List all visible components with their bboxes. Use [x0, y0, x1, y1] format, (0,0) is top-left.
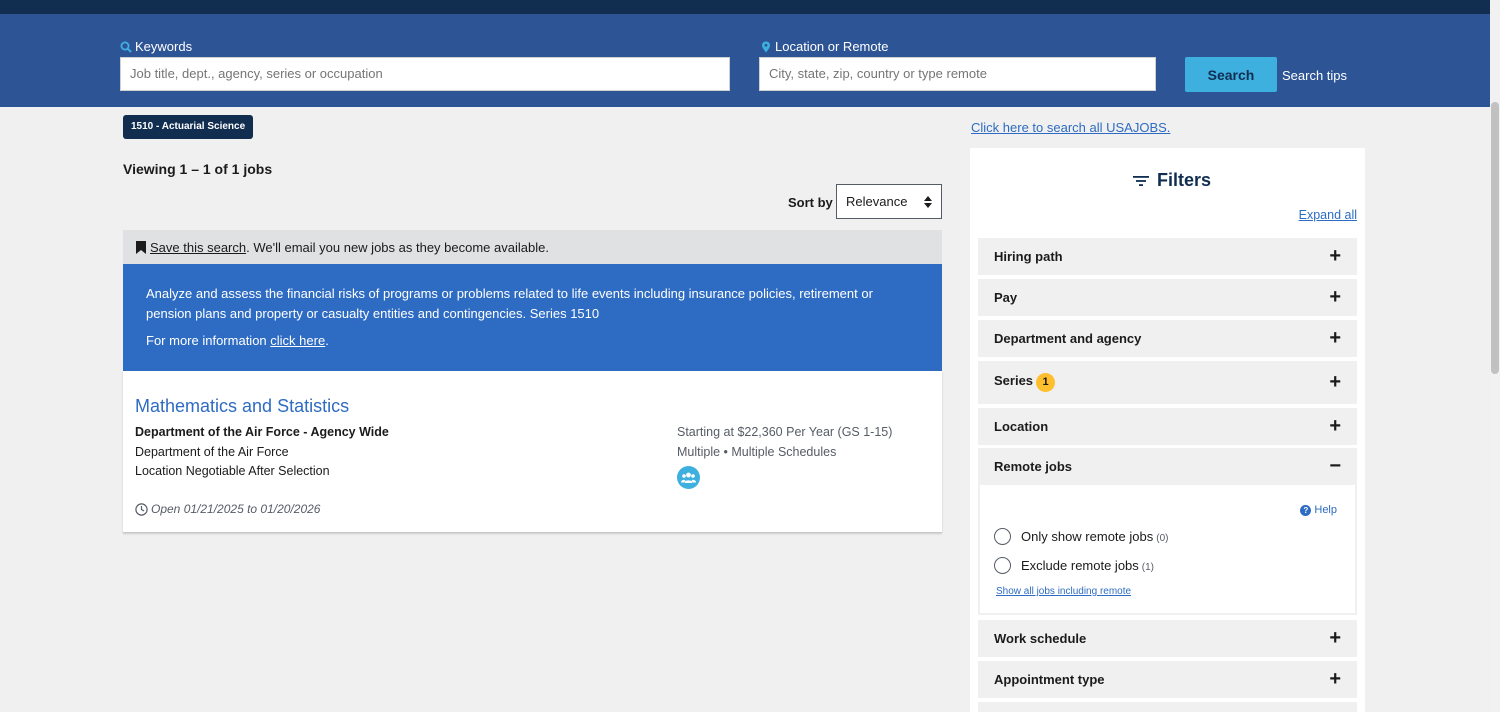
- save-search-text: . We'll email you new jobs as they becom…: [246, 239, 549, 255]
- expand-all-link[interactable]: Expand all: [1299, 208, 1357, 222]
- series-count-badge: 1: [1036, 373, 1056, 392]
- minus-icon: −: [1329, 455, 1341, 477]
- plus-icon: +: [1329, 668, 1341, 690]
- plus-icon: +: [1329, 371, 1341, 393]
- help-link[interactable]: ? Help: [1300, 504, 1337, 516]
- series-filter-tag[interactable]: 1510 - Actuarial Science: [123, 115, 254, 139]
- filter-lines-icon: [1133, 175, 1149, 186]
- filter-remote-jobs[interactable]: Remote jobs −: [978, 448, 1357, 485]
- bookmark-icon: [136, 240, 146, 254]
- job-title-link[interactable]: Mathematics and Statistics: [135, 396, 349, 417]
- more-info: For more information click here.: [146, 333, 329, 348]
- location-label: Location or Remote: [760, 39, 888, 54]
- filter-series[interactable]: Series 1 +: [978, 361, 1357, 404]
- sort-select[interactable]: Relevance: [836, 184, 942, 219]
- help-icon: ?: [1300, 504, 1312, 516]
- map-pin-icon: [762, 41, 770, 52]
- location-input[interactable]: City, state, zip, country or type remote: [759, 57, 1156, 91]
- search-tips-link[interactable]: Search tips: [1282, 68, 1347, 83]
- open-dates: Open 01/21/2025 to 01/20/2026: [135, 502, 320, 516]
- sort-arrows-icon: [924, 196, 932, 208]
- filter-work-schedule[interactable]: Work schedule +: [978, 620, 1357, 657]
- job-department: Department of the Air Force: [135, 445, 289, 459]
- save-search-bar: Save this search. We'll email you new jo…: [123, 230, 942, 264]
- public-users-icon: [677, 466, 700, 489]
- series-description-text: Analyze and assess the financial risks o…: [146, 286, 873, 321]
- radio-circle[interactable]: [994, 557, 1011, 574]
- filter-location[interactable]: Location +: [978, 408, 1357, 445]
- top-header-bar: [0, 0, 1500, 14]
- radio-circle[interactable]: [994, 528, 1011, 545]
- more-info-link[interactable]: click here: [270, 333, 325, 348]
- plus-icon: +: [1329, 327, 1341, 349]
- job-salary: Starting at $22,360 Per Year (GS 1-15): [677, 425, 893, 439]
- job-card: Mathematics and Statistics Department of…: [123, 371, 942, 533]
- filter-pay[interactable]: Pay +: [978, 279, 1357, 316]
- clock-icon: [135, 502, 148, 516]
- plus-icon: +: [1329, 286, 1341, 308]
- plus-icon: +: [1329, 245, 1341, 267]
- scrollbar-thumb[interactable]: [1491, 102, 1499, 374]
- search-button[interactable]: Search: [1185, 57, 1277, 92]
- only-remote-radio[interactable]: Only show remote jobs (0): [994, 528, 1168, 545]
- sort-label: Sort by: [788, 195, 833, 210]
- filter-next-partial[interactable]: [978, 702, 1357, 712]
- filter-hiring-path[interactable]: Hiring path +: [978, 238, 1357, 275]
- search-icon: [120, 41, 132, 53]
- plus-icon: +: [1329, 415, 1341, 437]
- job-location: Location Negotiable After Selection: [135, 464, 330, 478]
- keywords-input[interactable]: Job title, dept., agency, series or occu…: [120, 57, 730, 91]
- save-search-link[interactable]: Save this search: [150, 240, 246, 255]
- search-all-usajobs-link[interactable]: Click here to search all USAJOBS.: [971, 120, 1170, 135]
- job-agency: Department of the Air Force - Agency Wid…: [135, 425, 389, 439]
- results-count: Viewing 1 – 1 of 1 jobs: [123, 161, 273, 177]
- show-all-jobs-link[interactable]: Show all jobs including remote: [996, 586, 1131, 597]
- job-schedule: Multiple • Multiple Schedules: [677, 445, 837, 459]
- series-description: Analyze and assess the financial risks o…: [123, 264, 942, 371]
- plus-icon: +: [1329, 627, 1341, 649]
- filters-panel: Filters Expand all Hiring path + Pay + D…: [970, 148, 1365, 712]
- filter-department-agency[interactable]: Department and agency +: [978, 320, 1357, 357]
- keywords-label: Keywords: [120, 39, 192, 54]
- filter-appointment-type[interactable]: Appointment type +: [978, 661, 1357, 698]
- filters-title: Filters: [1133, 170, 1211, 191]
- exclude-remote-radio[interactable]: Exclude remote jobs (1): [994, 557, 1154, 574]
- sort-value: Relevance: [846, 194, 908, 209]
- remote-jobs-panel: ? Help Only show remote jobs (0) Exclude …: [978, 484, 1357, 615]
